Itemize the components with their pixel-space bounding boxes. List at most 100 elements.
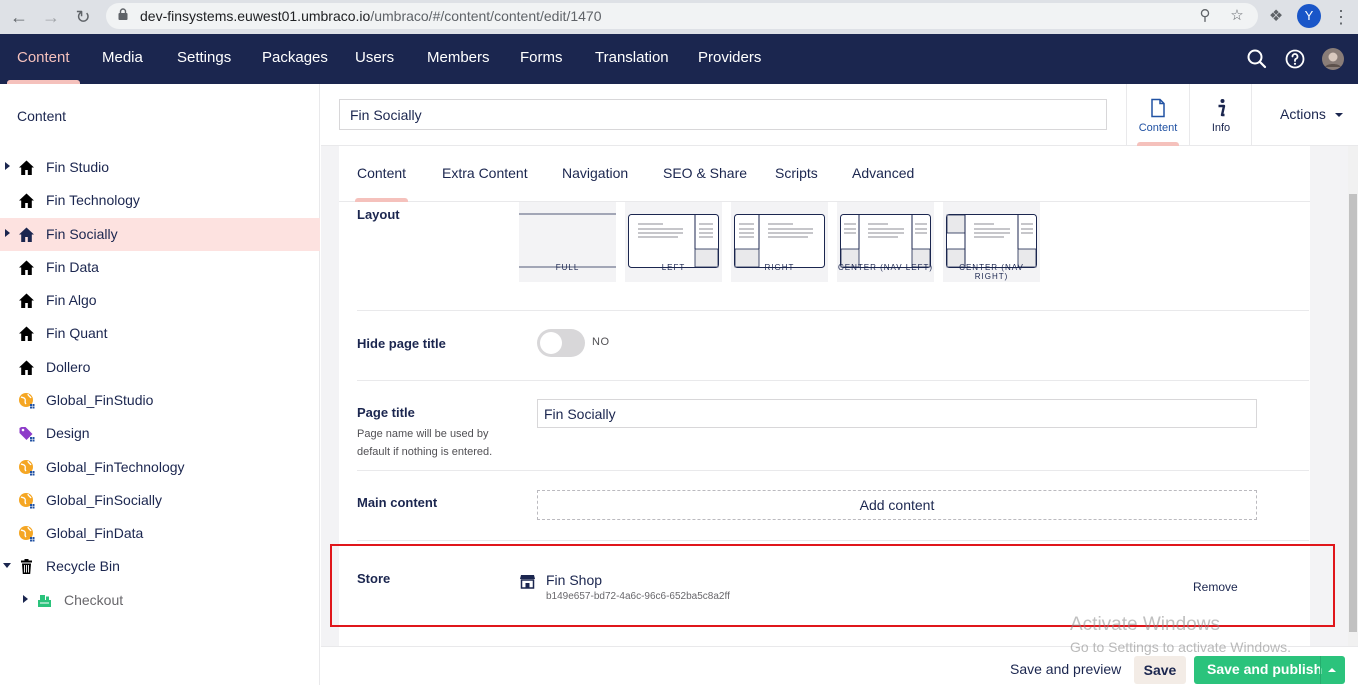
- layout-option-label: CENTER (NAV RIGHT): [959, 263, 1024, 281]
- tree-item-label: Fin Data: [46, 259, 99, 275]
- section-translation[interactable]: Translation: [595, 34, 669, 84]
- reload-icon[interactable]: ↻: [71, 5, 95, 29]
- forward-arrow-icon[interactable]: →: [39, 5, 63, 29]
- profile-avatar[interactable]: Y: [1297, 4, 1321, 28]
- back-arrow-icon[interactable]: ←: [7, 5, 31, 29]
- tree-item-fin-data[interactable]: Fin Data: [0, 251, 320, 284]
- section-members[interactable]: Members: [427, 34, 490, 84]
- home-icon: [19, 260, 34, 275]
- document-icon: [1151, 98, 1165, 118]
- tree-item-fin-socially[interactable]: Fin Socially: [0, 218, 320, 251]
- bookmark-star-icon[interactable]: ☆: [1228, 7, 1246, 25]
- tree-item-label: Fin Technology: [46, 192, 140, 208]
- property-label: Hide page title: [357, 336, 446, 351]
- content-tabs: Content Extra Content Navigation SEO & S…: [339, 146, 1310, 202]
- home-icon: [19, 193, 34, 208]
- globe-icon: [19, 393, 35, 409]
- checkout-icon: [38, 595, 51, 607]
- lock-icon: [118, 8, 128, 20]
- editor-header: Content Info Actions: [321, 84, 1358, 146]
- add-content-button[interactable]: Add content: [537, 490, 1257, 520]
- home-icon: [19, 227, 34, 242]
- layout-center-nav-left-icon: [840, 214, 931, 268]
- tree-item-recycle-bin[interactable]: Recycle Bin: [0, 550, 320, 583]
- tree-item-global-finstudio[interactable]: Global_FinStudio: [0, 384, 320, 417]
- globe-icon: [19, 526, 35, 542]
- browser-toolbar: ← → ↻ dev-finsystems.euwest01.umbraco.io…: [0, 0, 1358, 34]
- scrollbar-thumb[interactable]: [1349, 194, 1357, 632]
- tree-item-fin-algo[interactable]: Fin Algo: [0, 284, 320, 317]
- expand-caret-icon[interactable]: [5, 162, 10, 170]
- activate-windows-subtitle: Go to Settings to activate Windows.: [1070, 639, 1291, 655]
- tree-item-dollero[interactable]: Dollero: [0, 351, 320, 384]
- tab-extra-content[interactable]: Extra Content: [442, 165, 528, 181]
- tab-navigation[interactable]: Navigation: [562, 165, 628, 181]
- home-icon: [19, 160, 34, 175]
- layout-option-full[interactable]: FULL: [519, 202, 616, 282]
- property-description: Page name will be used by default if not…: [357, 428, 493, 458]
- page-title-input[interactable]: [537, 399, 1257, 428]
- section-media[interactable]: Media: [102, 34, 143, 84]
- tab-content[interactable]: Content: [354, 165, 409, 202]
- tab-seo-share[interactable]: SEO & Share: [663, 165, 747, 181]
- tree-item-label: Fin Algo: [46, 292, 97, 308]
- section-users[interactable]: Users: [355, 34, 394, 84]
- extensions-puzzle-icon[interactable]: ❖: [1264, 5, 1288, 29]
- tag-icon: [19, 427, 35, 442]
- page-title-property: Page title Page name will be used by def…: [357, 381, 1309, 471]
- content-app-button[interactable]: Content: [1126, 84, 1189, 146]
- help-icon[interactable]: [1283, 47, 1307, 71]
- chevron-down-icon: [1335, 113, 1343, 117]
- tree-item-checkout[interactable]: Checkout: [0, 584, 320, 617]
- info-icon: [1218, 99, 1226, 117]
- hide-page-title-toggle[interactable]: [537, 329, 585, 357]
- trash-icon: [21, 559, 32, 574]
- section-content[interactable]: Content: [7, 34, 80, 84]
- search-icon[interactable]: [1245, 47, 1269, 71]
- tree-item-global-findata[interactable]: Global_FinData: [0, 517, 320, 550]
- expand-caret-icon[interactable]: [5, 229, 10, 237]
- tree-item-label: Checkout: [64, 592, 124, 608]
- tree-item-fin-studio[interactable]: Fin Studio: [0, 151, 320, 184]
- tab-scripts[interactable]: Scripts: [775, 165, 818, 181]
- url-host: dev-finsystems.euwest01.umbraco.io: [140, 8, 371, 24]
- node-name-input[interactable]: [339, 99, 1107, 130]
- tree-item-global-fintechnology[interactable]: Global_FinTechnology: [0, 451, 320, 484]
- address-bar[interactable]: dev-finsystems.euwest01.umbraco.io/umbra…: [106, 3, 1258, 29]
- editor-scrollbar[interactable]: [1348, 146, 1358, 646]
- info-app-button[interactable]: Info: [1189, 84, 1252, 146]
- tab-advanced[interactable]: Advanced: [852, 165, 914, 181]
- actions-dropdown[interactable]: Actions: [1251, 84, 1358, 146]
- browser-menu-icon[interactable]: ⋮: [1329, 5, 1353, 29]
- tree-item-label: Global_FinData: [46, 525, 144, 541]
- section-forms[interactable]: Forms: [520, 34, 563, 84]
- save-and-preview-button[interactable]: Save and preview: [1010, 661, 1121, 677]
- save-and-publish-label: Save and publish: [1207, 661, 1323, 677]
- layout-option-right[interactable]: RIGHT: [731, 202, 828, 282]
- app-label: Info: [1211, 122, 1231, 134]
- layout-property: Layout FULL LEFT RIGHT CENTER (NAV LEFT)…: [357, 202, 1309, 311]
- layout-option-center-nav-left[interactable]: CENTER (NAV LEFT): [837, 202, 934, 282]
- globe-icon: [19, 460, 35, 476]
- chevron-up-icon[interactable]: [1328, 668, 1336, 672]
- zoom-icon[interactable]: ⚲: [1196, 7, 1214, 25]
- section-settings[interactable]: Settings: [177, 34, 231, 84]
- tree-item-fin-technology[interactable]: Fin Technology: [0, 184, 320, 217]
- layout-option-label: LEFT: [661, 263, 686, 272]
- main-content-property: Main content Add content: [357, 471, 1309, 541]
- layout-option-center-nav-right[interactable]: CENTER (NAV RIGHT): [943, 202, 1040, 282]
- url-text: dev-finsystems.euwest01.umbraco.io/umbra…: [140, 8, 602, 24]
- tree-item-label: Recycle Bin: [46, 558, 120, 574]
- layout-option-left[interactable]: LEFT: [625, 202, 722, 282]
- section-providers[interactable]: Providers: [698, 34, 761, 84]
- layout-right-icon: [734, 214, 825, 268]
- save-and-publish-button[interactable]: Save and publish: [1194, 656, 1345, 684]
- section-packages[interactable]: Packages: [262, 34, 328, 84]
- expand-caret-icon[interactable]: [23, 595, 28, 603]
- collapse-caret-icon[interactable]: [3, 563, 11, 568]
- user-avatar-icon[interactable]: [1321, 47, 1345, 71]
- tree-item-global-finsocially[interactable]: Global_FinSocially: [0, 484, 320, 517]
- tree-item-design[interactable]: Design: [0, 417, 320, 450]
- save-button[interactable]: Save: [1134, 656, 1186, 684]
- tree-item-fin-quant[interactable]: Fin Quant: [0, 317, 320, 350]
